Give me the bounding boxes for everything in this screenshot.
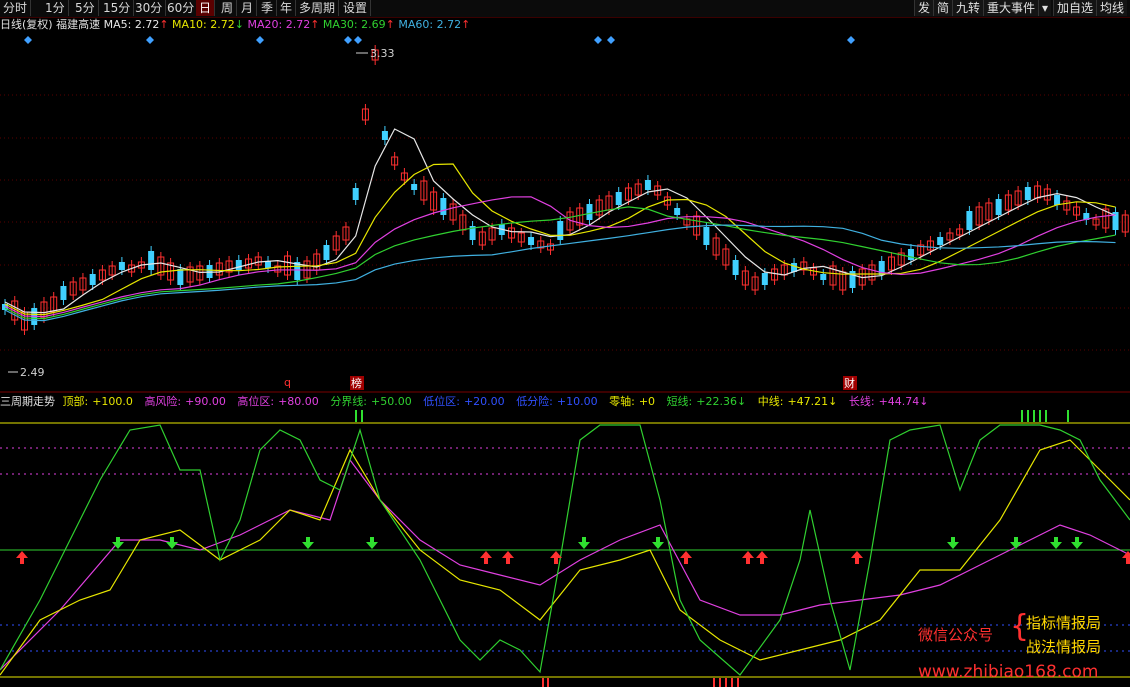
sell-arrow-icon: [652, 537, 664, 549]
candle-body: [1024, 187, 1031, 200]
candle-body: [89, 274, 96, 285]
candle-body: [557, 221, 564, 240]
sell-arrow-icon: [366, 537, 378, 549]
sell-arrow-icon: [302, 537, 314, 549]
event-mark-cai: 财: [844, 376, 855, 390]
candle-body: [615, 192, 622, 205]
candle-body: [907, 249, 914, 260]
diamond-marker: [847, 36, 855, 44]
event-mark-q: q: [284, 376, 291, 389]
legend-top: 顶部: +100.0: [62, 395, 133, 408]
buy-arrow-icon: [742, 551, 754, 564]
candle-body: [60, 286, 67, 300]
candle-body: [352, 188, 359, 200]
candle-body: [644, 180, 651, 190]
sell-arrow-icon: [1010, 537, 1022, 549]
candle-body: [703, 227, 710, 245]
event-mark-bang: 榜: [351, 376, 362, 390]
legend-high-risk: 高风险: +90.00: [144, 395, 226, 408]
diamond-marker: [146, 36, 154, 44]
diamond-marker: [354, 36, 362, 44]
kline-chart[interactable]: 3.33 2.49 q 榜 财: [0, 0, 1130, 687]
candle-body: [586, 204, 593, 220]
diamond-marker: [594, 36, 602, 44]
watermark-url: www.zhibiao168.com: [918, 662, 1099, 682]
buy-arrow-icon: [756, 551, 768, 564]
candle-body: [206, 265, 213, 278]
legend-low-zone: 低位区: +20.00: [423, 395, 505, 408]
watermark-brand1: 指标情报局: [1026, 614, 1102, 632]
legend-short-line: 短线: +22.36↓: [666, 395, 747, 408]
legend-divider: 分界线: +50.00: [330, 395, 412, 408]
legend-zero-axis: 零轴: +0: [609, 395, 656, 408]
candle-body: [381, 131, 388, 140]
sell-arrow-icon: [166, 537, 178, 549]
candle-body: [674, 208, 681, 215]
buy-arrow-icon: [680, 551, 692, 564]
sell-arrow-icon: [1050, 537, 1062, 549]
buy-arrow-icon: [502, 551, 514, 564]
candle-body: [323, 245, 330, 260]
sell-arrow-icon: [947, 537, 959, 549]
candle-body: [732, 260, 739, 275]
diamond-marker: [24, 36, 32, 44]
candle-body: [411, 184, 418, 190]
diamond-marker: [256, 36, 264, 44]
legend-high-zone: 高位区: +80.00: [237, 395, 319, 408]
indicator-title: 三周期走势: [0, 395, 55, 408]
indicator-legend: 三周期走势 顶部: +100.0 高风险: +90.00 高位区: +80.00 分界…: [0, 395, 937, 409]
candle-body: [820, 274, 827, 280]
sell-arrow-icon: [578, 537, 590, 549]
candle-body: [528, 237, 535, 245]
buy-arrow-icon: [16, 551, 28, 564]
candle-body: [1054, 195, 1061, 205]
diamond-marker: [607, 36, 615, 44]
high-price-label: 3.33: [370, 47, 395, 60]
buy-arrow-icon: [851, 551, 863, 564]
watermark-wechat: 微信公众号: [918, 626, 994, 644]
candle-body: [235, 260, 242, 270]
candle-body: [761, 273, 768, 285]
candle-body: [118, 262, 125, 270]
candle-body: [937, 237, 944, 245]
candle-body: [966, 211, 973, 230]
diamond-marker: [344, 36, 352, 44]
legend-mid-line: 中线: +47.21↓: [757, 395, 838, 408]
candle-body: [177, 269, 184, 285]
buy-arrow-icon: [480, 551, 492, 564]
legend-low-risk: 低分险: +10.00: [516, 395, 598, 408]
candle-body: [148, 251, 155, 270]
candle-body: [995, 199, 1002, 215]
low-price-label: 2.49: [20, 366, 45, 379]
legend-long-line: 长线: +44.74↓: [848, 395, 929, 408]
watermark-brand2: 战法情报局: [1026, 638, 1102, 656]
candle-body: [440, 198, 447, 215]
sell-arrow-icon: [1071, 537, 1083, 549]
